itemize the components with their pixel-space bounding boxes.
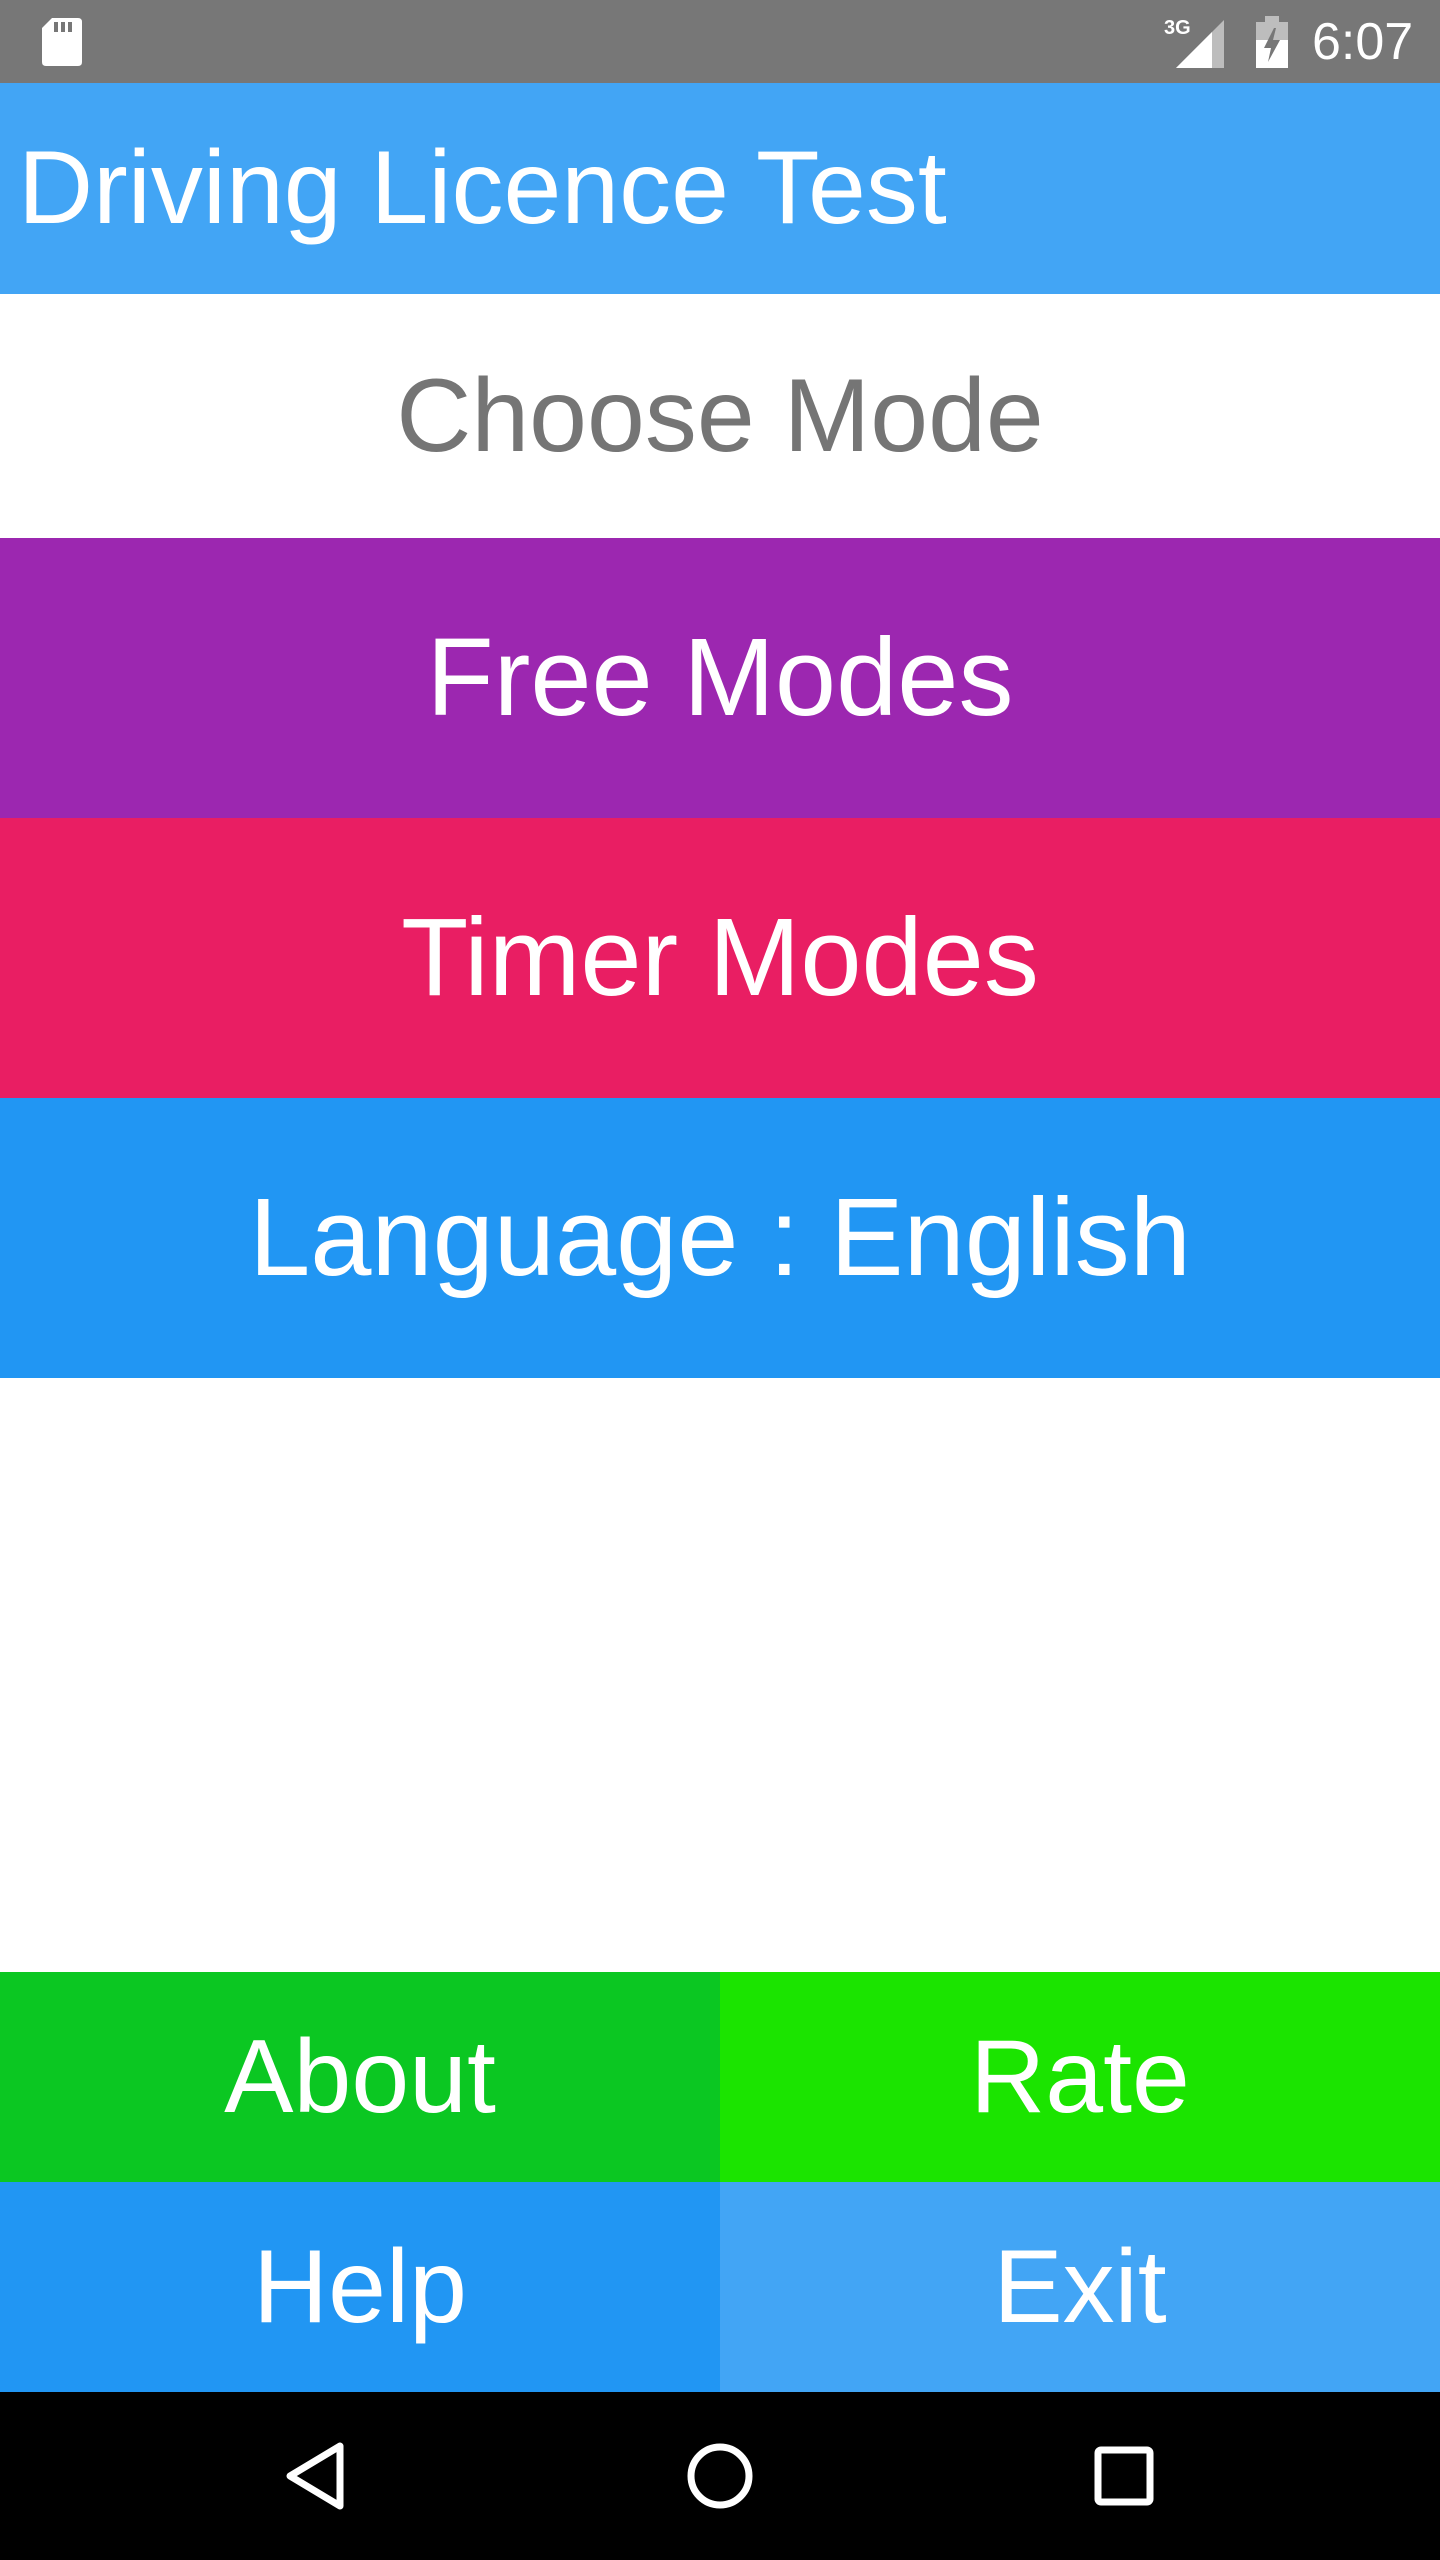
- choose-mode-heading: Choose Mode: [396, 358, 1044, 474]
- status-bar: 3G 6:07: [0, 0, 1440, 83]
- status-time: 6:07: [1312, 13, 1414, 71]
- home-icon[interactable]: [670, 2426, 770, 2526]
- navigation-bar: [0, 2392, 1440, 2560]
- app-bar: Driving Licence Test: [0, 83, 1440, 294]
- app-title: Driving Licence Test: [18, 130, 947, 246]
- signal-3g-icon: 3G: [1164, 17, 1224, 68]
- free-modes-button[interactable]: Free Modes: [0, 538, 1440, 818]
- app-screen: 3G 6:07 Driving Licence Test Choose Mode…: [0, 0, 1440, 2560]
- about-button[interactable]: About: [0, 1972, 720, 2182]
- language-button[interactable]: Language : English: [0, 1098, 1440, 1378]
- back-icon[interactable]: [266, 2426, 366, 2526]
- rate-button[interactable]: Rate: [720, 1972, 1440, 2182]
- battery-charging-icon: [1256, 16, 1288, 68]
- recent-apps-icon[interactable]: [1074, 2426, 1174, 2526]
- network-type-label: 3G: [1164, 17, 1191, 39]
- timer-modes-button[interactable]: Timer Modes: [0, 818, 1440, 1098]
- sd-card-icon: [42, 18, 82, 66]
- help-button[interactable]: Help: [0, 2182, 720, 2392]
- exit-button[interactable]: Exit: [720, 2182, 1440, 2392]
